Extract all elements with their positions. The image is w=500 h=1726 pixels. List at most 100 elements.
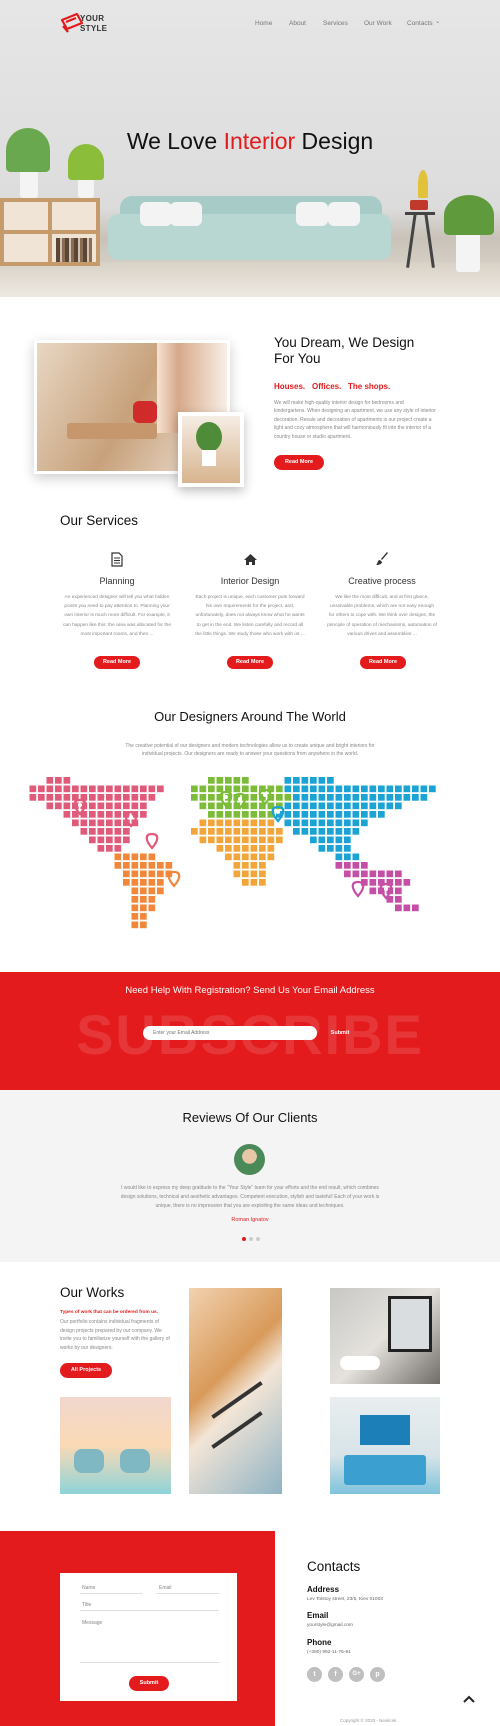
map-tile	[131, 794, 139, 801]
pinterest-icon[interactable]: p	[370, 1667, 385, 1682]
map-tile	[293, 785, 300, 793]
subscribe-submit-button[interactable]: Submit	[320, 1027, 360, 1039]
map-tile	[46, 802, 54, 810]
map-tile	[106, 811, 113, 818]
twitter-icon[interactable]: t	[307, 1667, 322, 1682]
facebook-icon[interactable]: f	[328, 1667, 343, 1682]
map-tile	[420, 785, 428, 793]
map-tile	[361, 870, 368, 878]
home-icon	[244, 554, 257, 565]
hero-floor	[0, 262, 500, 297]
map-tile	[378, 794, 385, 801]
message-field[interactable]	[80, 1662, 219, 1663]
plant-corner-photo	[178, 412, 244, 487]
map-tile	[327, 802, 334, 810]
map-tile	[233, 777, 241, 784]
map-tile	[114, 845, 122, 852]
map-pin-dot	[263, 793, 267, 797]
address-label: Address	[307, 1585, 340, 1594]
map-tile	[259, 870, 266, 878]
map-tile	[106, 836, 113, 844]
work-bathroom-photo[interactable]	[330, 1288, 440, 1384]
map-tile	[225, 819, 232, 827]
map-tile	[216, 777, 224, 784]
map-tile	[148, 887, 156, 895]
map-tile	[310, 794, 317, 801]
carousel-dot-3[interactable]	[256, 1237, 260, 1241]
creative-read-more-button[interactable]: Read More	[360, 656, 406, 669]
map-tile	[344, 862, 351, 869]
document-icon	[111, 552, 123, 567]
all-projects-button[interactable]: All Projects	[60, 1363, 112, 1378]
map-tile	[369, 887, 377, 895]
map-tile	[420, 794, 428, 801]
chevron-down-icon[interactable]: ⌄	[435, 17, 440, 25]
nav-about[interactable]: About	[289, 20, 306, 27]
map-tile	[89, 785, 96, 793]
map-tile	[157, 785, 164, 793]
dream-read-more-button[interactable]: Read More	[274, 455, 324, 470]
hero-section: YOUR STYLE Home About Services Our Work …	[0, 0, 500, 297]
nav-services[interactable]: Services	[323, 20, 348, 27]
interior-read-more-button[interactable]: Read More	[227, 656, 273, 669]
map-tile	[216, 811, 224, 818]
map-tile	[259, 811, 266, 818]
map-tile	[123, 870, 130, 878]
dream-text: We will make high-quality interior desig…	[274, 400, 436, 440]
map-tile	[352, 870, 360, 878]
map-tile	[344, 828, 351, 835]
email-value[interactable]: yourstyle@gmail.com	[307, 1623, 353, 1628]
map-tile	[216, 836, 224, 844]
map-tile	[267, 828, 275, 835]
name-field[interactable]	[80, 1593, 142, 1594]
map-tile	[250, 819, 258, 827]
work-bedroom-photo[interactable]	[330, 1397, 440, 1494]
hero-shelf	[0, 198, 100, 266]
nav-our-work[interactable]: Our Work	[364, 20, 392, 27]
subscribe-email-input[interactable]: Enter your Email Address	[143, 1026, 317, 1040]
map-tile	[233, 862, 241, 869]
map-tile	[131, 785, 139, 793]
map-tile	[301, 802, 309, 810]
map-tile	[250, 785, 258, 793]
map-tile	[344, 836, 351, 844]
map-pin-dot	[224, 795, 228, 799]
map-tile	[242, 845, 249, 852]
nav-contacts[interactable]: Contacts	[407, 20, 433, 27]
map-tile	[250, 811, 258, 818]
map-tile	[63, 794, 71, 801]
scroll-top-icon[interactable]	[463, 1694, 475, 1704]
email-field[interactable]	[157, 1593, 219, 1594]
map-tile	[284, 777, 292, 784]
map-tile	[395, 904, 402, 912]
map-tile	[344, 845, 351, 852]
map-tile	[106, 845, 113, 852]
nav-home[interactable]: Home	[255, 20, 272, 27]
work-lounge-photo[interactable]	[60, 1397, 171, 1494]
map-tile	[361, 819, 368, 827]
map-tile	[140, 862, 147, 869]
contact-submit-button[interactable]: Submit	[129, 1676, 169, 1691]
map-tile	[225, 845, 232, 852]
map-tile	[114, 853, 122, 861]
vase	[20, 170, 38, 198]
carousel-dot-1[interactable]	[242, 1237, 246, 1241]
phone-value[interactable]: (+380) 992-11-75-91	[307, 1650, 351, 1655]
map-tile	[369, 794, 377, 801]
map-tile	[250, 845, 258, 852]
pillow	[328, 202, 360, 226]
map-tile	[242, 777, 249, 784]
map-tile	[63, 802, 71, 810]
google-plus-icon[interactable]: G+	[349, 1667, 364, 1682]
map-tile	[140, 913, 147, 920]
planning-read-more-button[interactable]: Read More	[94, 656, 140, 669]
map-tile	[55, 794, 62, 801]
map-tile	[378, 802, 385, 810]
map-tile	[29, 785, 37, 793]
work-staircase-photo[interactable]	[189, 1288, 282, 1494]
logo-text[interactable]: YOUR STYLE	[80, 14, 130, 34]
carousel-dot-2[interactable]	[249, 1237, 253, 1241]
title-field[interactable]	[80, 1610, 219, 1611]
map-tile	[106, 794, 113, 801]
map-tile	[114, 811, 122, 818]
